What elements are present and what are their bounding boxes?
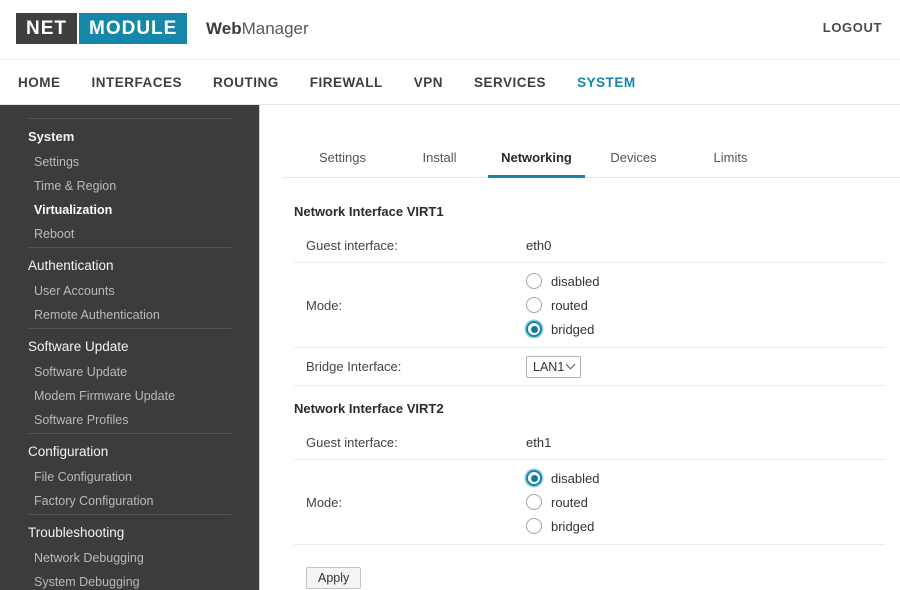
tab-devices[interactable]: Devices — [585, 150, 682, 178]
radio-option-disabled-virt1[interactable]: disabled — [526, 269, 886, 293]
radio-label-bridged-virt1[interactable]: bridged — [551, 322, 594, 337]
tab-networking[interactable]: Networking — [488, 150, 585, 178]
content-area: Settings Install Networking Devices Limi… — [260, 105, 900, 590]
row-mode-virt1: Mode: disabled routed bridged — [294, 263, 886, 348]
page-body: System Settings Time & Region Virtualiza… — [0, 105, 900, 590]
radio-icon-bridged-virt1[interactable] — [526, 321, 542, 337]
nav-item-routing[interactable]: ROUTING — [213, 75, 279, 90]
sidebar-item-factory-configuration[interactable]: Factory Configuration — [0, 490, 259, 514]
radio-label-disabled-virt1[interactable]: disabled — [551, 274, 599, 289]
apply-button-container: Apply — [306, 567, 900, 589]
sidebar-item-reboot[interactable]: Reboot — [0, 223, 259, 247]
sidebar-item-network-debugging[interactable]: Network Debugging — [0, 547, 259, 571]
value-guest-interface: eth1 — [526, 435, 552, 450]
radio-option-disabled-virt2[interactable]: disabled — [526, 466, 886, 490]
bridge-interface-selected-value: LAN1 — [533, 359, 565, 374]
page-header: NET MODULE WebManager LOGOUT — [0, 0, 900, 60]
value-bridge-interface: LAN1 — [526, 355, 886, 378]
brand-manager: Manager — [241, 19, 309, 38]
apply-button[interactable]: Apply — [306, 567, 362, 589]
nav-item-services[interactable]: SERVICES — [474, 75, 546, 90]
brand-web: Web — [206, 19, 242, 38]
sidebar-top-spacer — [0, 105, 259, 118]
radio-option-bridged-virt2[interactable]: bridged — [526, 514, 886, 538]
sidebar-group-system: System — [28, 129, 75, 144]
sidebar-item-software-profiles[interactable]: Software Profiles — [0, 409, 259, 433]
sidebar-item-modem-firmware-update[interactable]: Modem Firmware Update — [0, 385, 259, 409]
radio-option-routed-virt2[interactable]: routed — [526, 490, 886, 514]
sidebar-group-software-update: Software Update — [28, 339, 129, 354]
label-guest-interface: Guest interface: — [306, 238, 398, 253]
radio-group-mode-virt2: disabled routed bridged — [526, 460, 886, 544]
sidebar-item-user-accounts[interactable]: User Accounts — [0, 280, 259, 304]
label-mode: Mode: — [306, 297, 343, 313]
radio-icon-routed-virt1[interactable] — [526, 297, 542, 313]
row-guest-interface-virt1: Guest interface: eth0 — [294, 229, 886, 263]
radio-icon-disabled-virt2[interactable] — [526, 470, 542, 486]
netmodule-logo: NET MODULE — [16, 13, 188, 44]
logout-link[interactable]: LOGOUT — [823, 20, 882, 35]
radio-icon-bridged-virt2[interactable] — [526, 518, 542, 534]
label-guest-interface: Guest interface: — [306, 435, 398, 450]
row-mode-virt2: Mode: disabled routed bridged — [294, 460, 886, 545]
tab-limits[interactable]: Limits — [682, 150, 779, 178]
row-bridge-interface-virt1: Bridge Interface: LAN1 — [294, 348, 886, 386]
sidebar-item-time-region[interactable]: Time & Region — [0, 175, 259, 199]
nav-item-interfaces[interactable]: INTERFACES — [92, 75, 183, 90]
row-guest-interface-virt2: Guest interface: eth1 — [294, 426, 886, 460]
radio-label-disabled-virt2[interactable]: disabled — [551, 471, 599, 486]
sidebar-item-software-update[interactable]: Software Update — [0, 361, 259, 385]
radio-icon-disabled-virt1[interactable] — [526, 273, 542, 289]
nav-item-firewall[interactable]: FIREWALL — [310, 75, 383, 90]
logo-net-block: NET — [16, 13, 77, 44]
value-guest-interface: eth0 — [526, 238, 552, 253]
radio-group-mode-virt1: disabled routed bridged — [526, 263, 886, 347]
sidebar-group-troubleshooting: Troubleshooting — [28, 525, 125, 540]
tab-install[interactable]: Install — [391, 150, 488, 178]
chevron-down-icon — [567, 360, 576, 369]
form-virt1: Guest interface: eth0 Mode: disabled rou… — [294, 229, 886, 386]
sidebar-group-authentication: Authentication — [28, 258, 114, 273]
form-virt2: Guest interface: eth1 Mode: disabled rou… — [294, 426, 886, 545]
sidebar-group-configuration: Configuration — [28, 444, 109, 459]
radio-label-routed-virt2[interactable]: routed — [551, 495, 588, 510]
radio-label-routed-virt1[interactable]: routed — [551, 298, 588, 313]
brand-title: WebManager — [206, 19, 309, 39]
nav-item-system[interactable]: SYSTEM — [577, 75, 636, 90]
radio-label-bridged-virt2[interactable]: bridged — [551, 519, 594, 534]
nav-item-home[interactable]: HOME — [18, 75, 61, 90]
radio-option-routed-virt1[interactable]: routed — [526, 293, 886, 317]
tab-settings[interactable]: Settings — [294, 150, 391, 178]
sidebar-item-virtualization[interactable]: Virtualization — [0, 199, 259, 223]
logo-module-block: MODULE — [79, 13, 188, 44]
sidebar-item-remote-authentication[interactable]: Remote Authentication — [0, 304, 259, 328]
label-bridge-interface: Bridge Interface: — [306, 359, 402, 374]
section-title-virt2: Network Interface VIRT2 — [294, 401, 444, 416]
content-tabs: Settings Install Networking Devices Limi… — [282, 150, 900, 178]
sidebar-item-settings[interactable]: Settings — [0, 151, 259, 175]
sidebar-item-system-debugging[interactable]: System Debugging — [0, 571, 259, 590]
label-mode: Mode: — [306, 494, 343, 510]
radio-option-bridged-virt1[interactable]: bridged — [526, 317, 886, 341]
bridge-interface-select[interactable]: LAN1 — [526, 355, 582, 378]
section-title-virt1: Network Interface VIRT1 — [294, 204, 444, 219]
sidebar: System Settings Time & Region Virtualiza… — [0, 105, 260, 590]
nav-item-vpn[interactable]: VPN — [414, 75, 443, 90]
radio-icon-routed-virt2[interactable] — [526, 494, 542, 510]
sidebar-item-file-configuration[interactable]: File Configuration — [0, 466, 259, 490]
main-navigation: HOME INTERFACES ROUTING FIREWALL VPN SER… — [0, 60, 900, 105]
